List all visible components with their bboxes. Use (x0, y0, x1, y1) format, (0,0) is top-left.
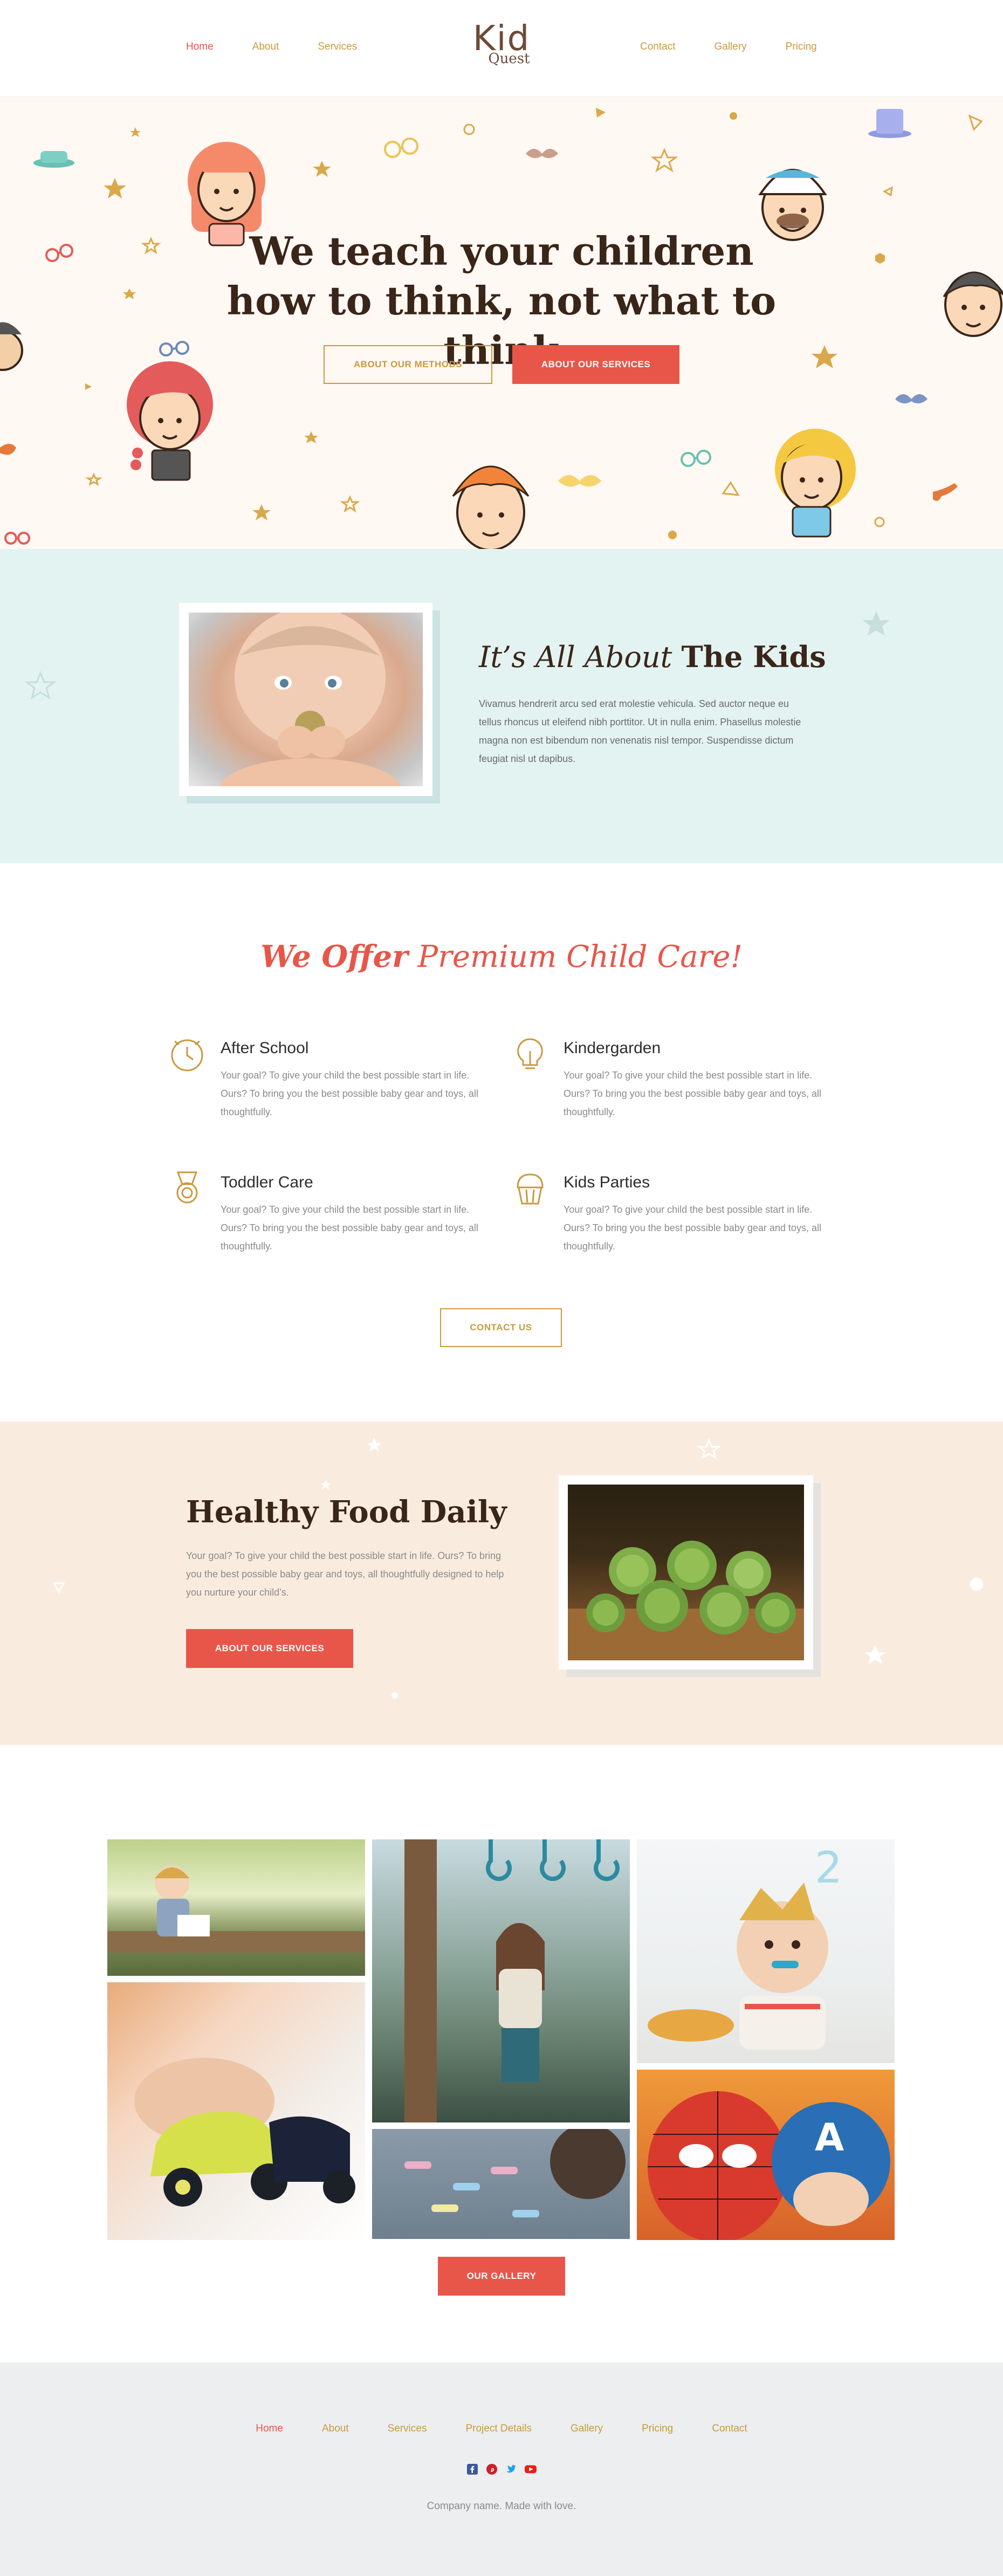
copyright-text: Company name. Made with love. (427, 2501, 576, 2512)
nav-link-services[interactable]: Services (318, 41, 357, 53)
brussels-sprouts-photo (568, 1485, 804, 1660)
twitter-icon[interactable] (505, 2463, 517, 2475)
nav-link-gallery[interactable]: Gallery (714, 41, 746, 53)
services-title: We Offer Premium Child Care! (0, 939, 1003, 974)
girl-blonde-illustration (775, 429, 856, 538)
food-photo-frame (559, 1475, 813, 1670)
about-title-italic: It’s All About (479, 640, 682, 674)
boy-orange-hair-illustration (452, 465, 530, 549)
star-decoration-icon (24, 671, 57, 700)
youtube-icon[interactable] (525, 2463, 537, 2475)
footer-link-home[interactable]: Home (256, 2423, 283, 2435)
food-title-normal: Daily (410, 1494, 507, 1530)
service-text: Your goal? To give your child the best p… (564, 1070, 821, 1117)
nav-link-pricing[interactable]: Pricing (786, 41, 817, 53)
service-title: After School (221, 1039, 309, 1057)
hero-title-bold: how to think (226, 278, 502, 324)
about-title: It’s All About The Kids (479, 640, 826, 674)
service-text: Your goal? To give your child the best p… (221, 1204, 478, 1252)
clock-icon (171, 1039, 203, 1071)
social-links (0, 2463, 1003, 2475)
footer-link-about[interactable]: About (322, 2423, 349, 2435)
hero-section: We teach your children how to think, not… (0, 97, 1003, 549)
gallery-photo-toddler-eating[interactable]: 2 (637, 1839, 895, 2063)
baby-photo (189, 613, 423, 786)
service-title: Toddler Care (221, 1173, 313, 1191)
svg-text:A: A (815, 2115, 844, 2160)
footer-link-pricing[interactable]: Pricing (642, 2423, 673, 2435)
contact-us-button[interactable]: CONTACT US (440, 1308, 562, 1347)
food-title: Healthy Food Daily (186, 1494, 507, 1530)
site-footer: Home About Services Project Details Gall… (0, 2362, 1003, 2576)
gallery-section: 2 A OUR GALLERY (0, 1745, 1003, 2362)
service-text: Your goal? To give your child the best p… (564, 1204, 821, 1252)
nav-link-home[interactable]: Home (186, 41, 214, 53)
gallery-photo-superheroes[interactable]: A (637, 2070, 895, 2240)
star-decoration-icon (863, 611, 890, 636)
gallery-photo-chalk[interactable] (372, 2129, 630, 2239)
girl-red-braid-illustration (127, 361, 213, 481)
service-kids-parties: Kids Parties Your goal? To give your chi… (511, 1169, 821, 1277)
service-text: Your goal? To give your child the best p… (221, 1070, 478, 1117)
bulb-icon (517, 1038, 543, 1069)
facebook-icon[interactable] (466, 2463, 478, 2475)
about-photo-frame (179, 603, 432, 796)
services-title-bold: We Offer (260, 939, 408, 974)
our-gallery-button[interactable]: OUR GALLERY (438, 2257, 565, 2296)
service-after-school: After School Your goal? To give your chi… (168, 1035, 478, 1143)
footer-link-contact[interactable]: Contact (712, 2423, 747, 2435)
gallery-photo-toy-car[interactable] (107, 1982, 365, 2240)
service-title: Kindergarden (564, 1039, 661, 1057)
services-section: We Offer Premium Child Care! After Schoo… (0, 863, 1003, 1421)
hero-title-part1: We teach your children (249, 228, 754, 274)
site-logo[interactable]: Kid Quest (464, 22, 539, 75)
boy-gray-hair-illustration (943, 271, 1003, 337)
nav-left: Home About Services (186, 41, 396, 53)
medal-icon (176, 1171, 198, 1204)
hero-title: We teach your children how to think, not… (205, 226, 798, 375)
about-methods-button[interactable]: ABOUT OUR METHODS (324, 345, 492, 384)
food-title-bold: Healthy Food (186, 1494, 410, 1530)
about-services-button[interactable]: ABOUT OUR SERVICES (512, 345, 679, 384)
about-text: Vivamus hendrerit arcu sed erat molestie… (479, 698, 801, 764)
about-section: It’s All About The Kids Vivamus hendreri… (0, 549, 1003, 863)
footer-link-services[interactable]: Services (388, 2423, 427, 2435)
footer-link-project-details[interactable]: Project Details (465, 2423, 532, 2435)
food-text: Your goal? To give your child the best p… (186, 1550, 504, 1598)
nav-right: Contact Gallery Pricing (640, 41, 856, 53)
services-title-italic: Premium Child Care! (408, 939, 743, 974)
service-title: Kids Parties (564, 1173, 650, 1191)
gallery-photo-boy-reading[interactable] (107, 1839, 365, 1976)
pinterest-icon[interactable] (486, 2463, 498, 2475)
footer-link-gallery[interactable]: Gallery (571, 2423, 603, 2435)
site-header: Home About Services Kid Quest Contact Ga… (0, 0, 1003, 97)
service-toddler-care: Toddler Care Your goal? To give your chi… (168, 1169, 478, 1277)
cupcake-icon (517, 1173, 544, 1205)
service-kindergarden: Kindergarden Your goal? To give your chi… (511, 1035, 821, 1143)
food-services-button[interactable]: ABOUT OUR SERVICES (186, 1629, 353, 1668)
svg-text:2: 2 (815, 1843, 842, 1893)
about-title-bold: The Kids (681, 640, 826, 674)
gallery-photo-girl-climbing[interactable] (372, 1839, 630, 2122)
nav-link-contact[interactable]: Contact (640, 41, 675, 53)
nav-link-about[interactable]: About (252, 41, 279, 53)
healthy-food-section: Healthy Food Daily Your goal? To give yo… (0, 1421, 1003, 1745)
footer-nav: Home About Services Project Details Gall… (0, 2423, 1003, 2435)
